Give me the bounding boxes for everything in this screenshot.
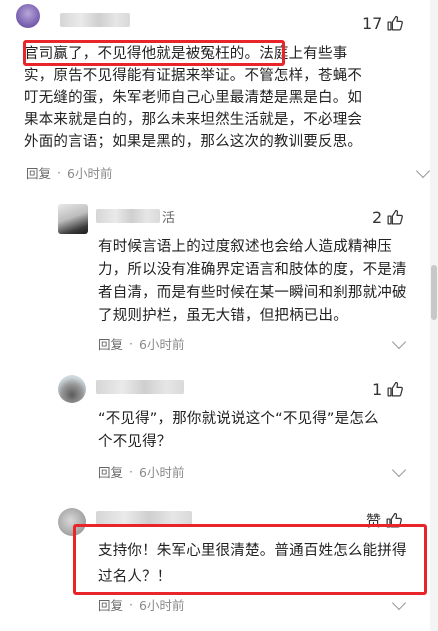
like-button[interactable]: 17 bbox=[362, 14, 404, 33]
timestamp: 6小时前 bbox=[139, 337, 185, 352]
avatar[interactable] bbox=[16, 4, 40, 28]
like-button[interactable]: 1 bbox=[372, 380, 404, 399]
like-count: 17 bbox=[362, 14, 383, 33]
username-blurred[interactable] bbox=[96, 209, 160, 223]
scrollbar[interactable] bbox=[430, 0, 438, 631]
separator: · bbox=[129, 597, 133, 612]
reply-button[interactable]: 回复 bbox=[98, 462, 123, 481]
chevron-down-icon[interactable] bbox=[391, 462, 407, 478]
comment-meta: 回复 · 6小时前 bbox=[98, 595, 184, 614]
username-blurred[interactable] bbox=[96, 511, 192, 525]
separator: · bbox=[129, 464, 133, 479]
separator: · bbox=[57, 165, 61, 180]
reply-button[interactable]: 回复 bbox=[26, 163, 51, 182]
username-fragment: 活 bbox=[162, 211, 176, 226]
comment-thread: 17 官司赢了，不见得他就是被冤枉的。法庭上有些事 实，原告不见得能有证据来举证… bbox=[0, 0, 438, 631]
reply-button[interactable]: 回复 bbox=[98, 595, 123, 614]
chevron-down-icon[interactable] bbox=[415, 163, 431, 179]
username-blurred[interactable] bbox=[96, 380, 184, 394]
thumbs-up-icon bbox=[385, 512, 402, 529]
separator: · bbox=[129, 336, 133, 351]
username-blurred[interactable] bbox=[60, 13, 130, 27]
comment-meta: 回复 · 6小时前 bbox=[98, 334, 184, 353]
like-button[interactable]: 2 bbox=[372, 208, 404, 227]
chevron-down-icon[interactable] bbox=[391, 595, 407, 611]
timestamp: 6小时前 bbox=[67, 166, 113, 181]
comment-text: “不见得”，那你就说说这个“不见得”是怎么 个不见得？ bbox=[98, 411, 379, 450]
comment-text: 官司赢了，不见得他就是被冤枉的。法庭上有些事 实，原告不见得能有证据来举证。不管… bbox=[24, 46, 363, 150]
like-label: 赞 bbox=[366, 512, 382, 530]
timestamp: 6小时前 bbox=[139, 598, 185, 613]
chevron-down-icon[interactable] bbox=[391, 334, 407, 350]
avatar[interactable] bbox=[58, 375, 86, 403]
comment-meta: 回复 · 6小时前 bbox=[26, 163, 112, 182]
like-count: 1 bbox=[372, 380, 383, 399]
comment-text: 有时候言语上的过度叙述也会给人造成精神压 力，所以没有准确界定语言和肢体的度，不… bbox=[98, 239, 407, 324]
avatar[interactable] bbox=[58, 204, 88, 234]
avatar[interactable] bbox=[58, 508, 86, 536]
comment-meta: 回复 · 6小时前 bbox=[98, 462, 184, 481]
like-count: 2 bbox=[372, 208, 383, 227]
thumbs-up-icon bbox=[386, 209, 404, 226]
scrollbar-thumb[interactable] bbox=[431, 265, 437, 320]
timestamp: 6小时前 bbox=[139, 465, 185, 480]
like-button[interactable]: 赞 bbox=[366, 510, 402, 531]
reply-button[interactable]: 回复 bbox=[98, 334, 123, 353]
thumbs-up-icon bbox=[386, 15, 404, 32]
comment-text: 支持你！朱军心里很清楚。普通百姓怎么能拼得 过名人？！ bbox=[98, 543, 407, 585]
thumbs-up-icon bbox=[386, 381, 404, 398]
